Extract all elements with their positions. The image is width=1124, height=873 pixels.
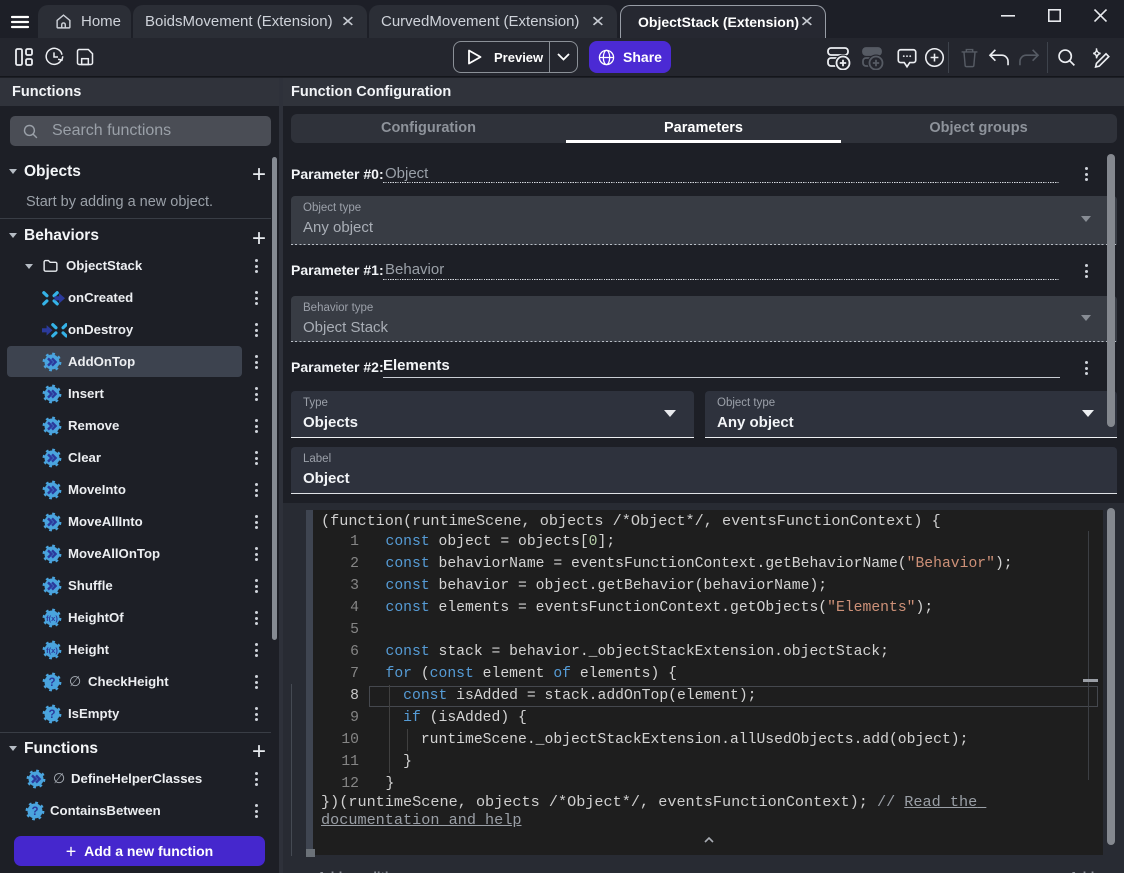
- svg-text:f(x): f(x): [46, 646, 58, 655]
- svg-text:f(x): f(x): [46, 614, 58, 623]
- svg-text:?: ?: [48, 677, 55, 689]
- svg-text:?: ?: [48, 709, 55, 721]
- svg-text:?: ?: [31, 806, 38, 818]
